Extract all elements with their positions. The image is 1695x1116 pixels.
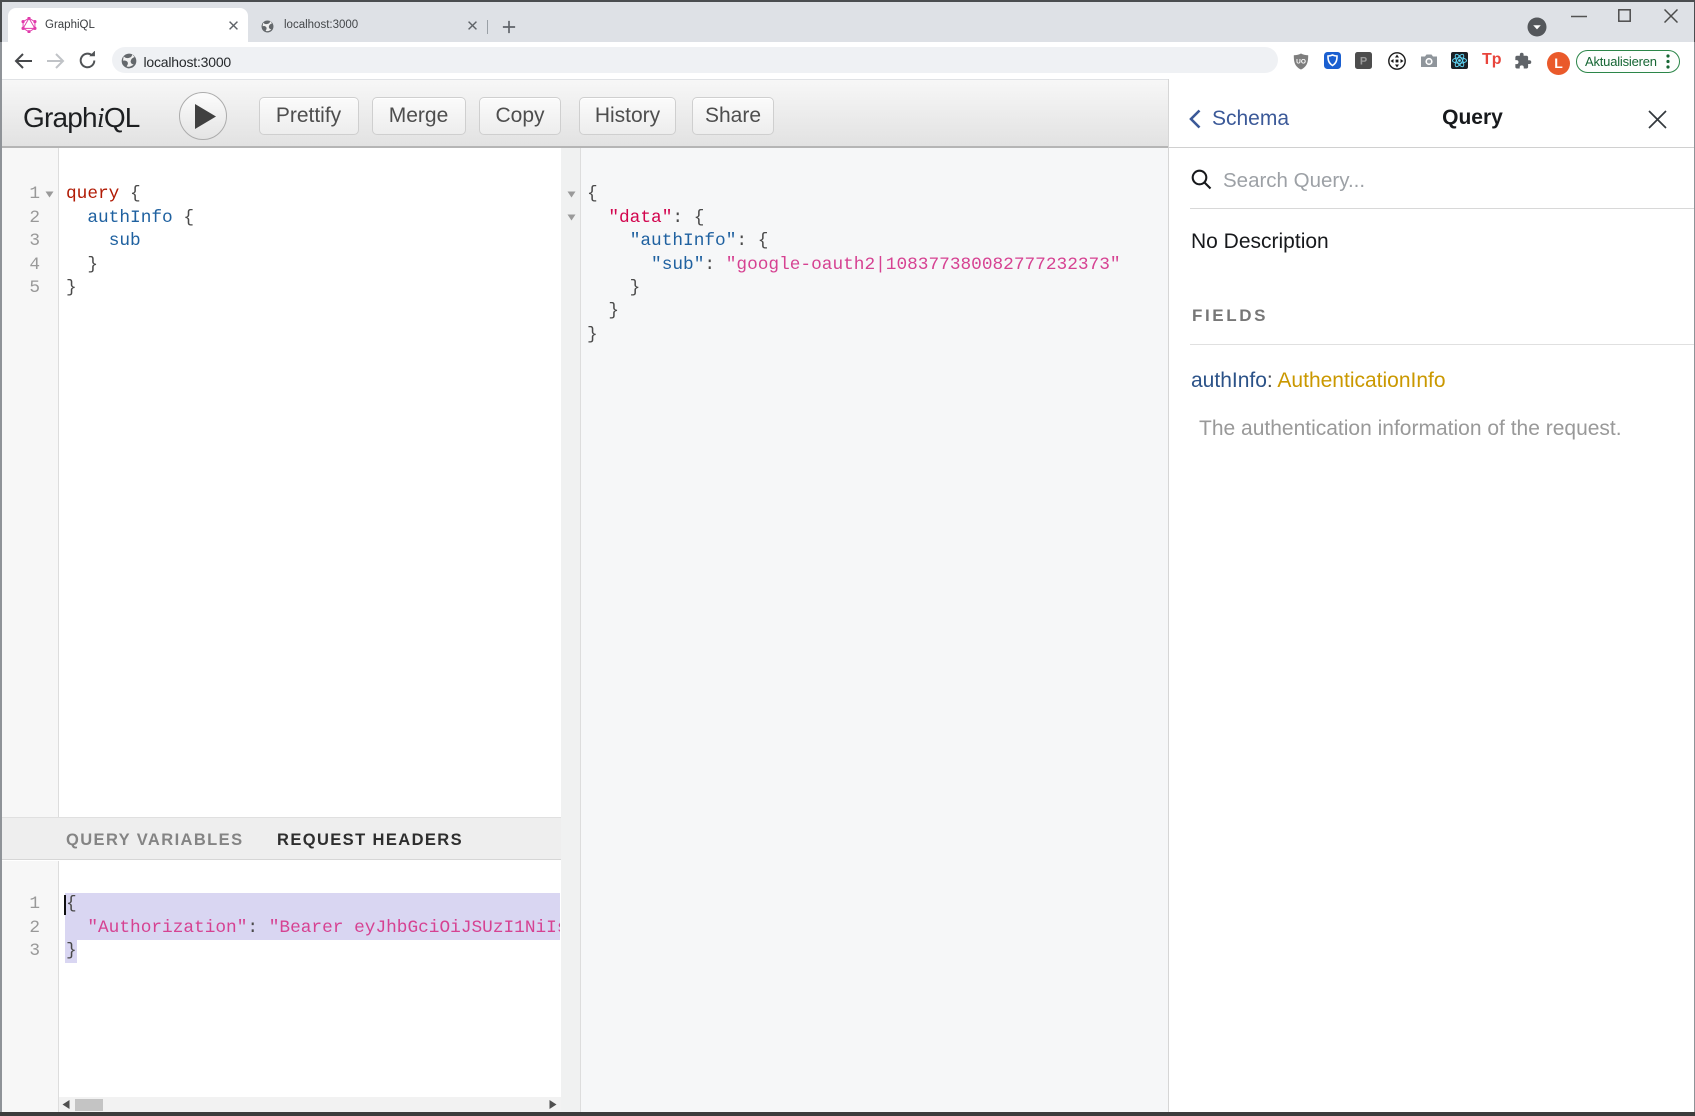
svg-text:P: P	[1360, 56, 1367, 68]
svg-text:UO: UO	[1296, 59, 1306, 66]
